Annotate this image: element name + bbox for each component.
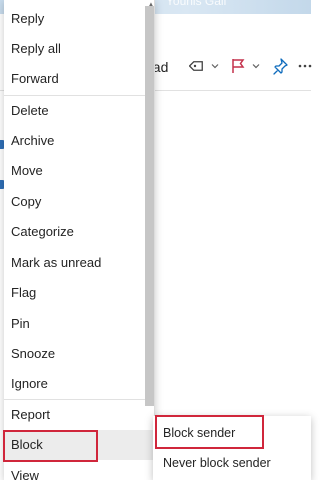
menu-item-flag[interactable]: Flag <box>4 278 145 308</box>
menu-item-forward[interactable]: Forward <box>4 64 145 94</box>
menu-item-archive[interactable]: Archive <box>4 126 145 156</box>
more-icon[interactable] <box>296 57 314 75</box>
pin-icon[interactable] <box>271 57 289 75</box>
menu-scrollbar[interactable] <box>145 6 154 406</box>
menu-item-ignore[interactable]: Ignore <box>4 369 145 399</box>
menu-item-copy[interactable]: Copy <box>4 187 145 217</box>
menu-item-snooze[interactable]: Snooze <box>4 339 145 369</box>
menu-item-view[interactable]: View <box>4 461 145 480</box>
flag-icon[interactable] <box>229 57 247 75</box>
menu-item-reply[interactable]: Reply <box>4 4 145 34</box>
submenu-item-never-block-sender[interactable]: Never block sender <box>153 448 311 478</box>
tag-icon[interactable] <box>189 57 207 75</box>
menu-item-report[interactable]: Report <box>4 400 145 430</box>
chevron-down-icon[interactable] <box>210 61 220 71</box>
banner-text: Younis Gali <box>166 0 227 8</box>
menu-item-pin[interactable]: Pin <box>4 309 145 339</box>
block-highlight-box <box>3 430 98 462</box>
menu-item-delete[interactable]: Delete <box>4 96 145 126</box>
menu-item-move[interactable]: Move <box>4 156 145 186</box>
block-sender-highlight-box <box>155 415 264 449</box>
chevron-down-icon[interactable] <box>251 61 261 71</box>
context-menu: ▲ Reply Reply all Forward Delete Archive… <box>4 0 155 480</box>
menu-item-reply-all[interactable]: Reply all <box>4 34 145 64</box>
menu-item-mark-as-unread[interactable]: Mark as unread <box>4 248 145 278</box>
menu-item-categorize[interactable]: Categorize <box>4 217 145 247</box>
